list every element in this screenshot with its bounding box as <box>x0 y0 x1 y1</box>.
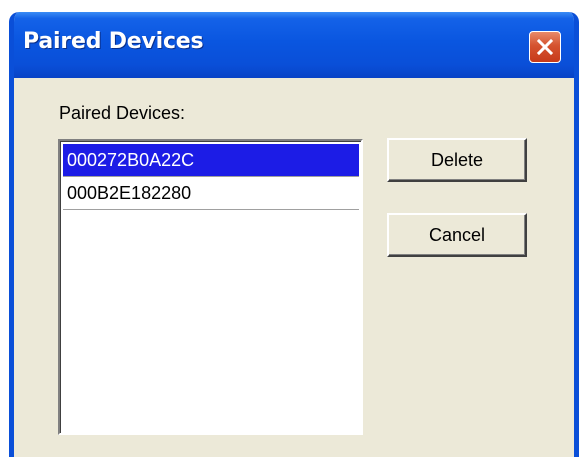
list-divider <box>63 209 359 210</box>
dialog-body: Paired Devices: 000272B0A22C 000B2E18228… <box>14 78 574 457</box>
list-item-device-2[interactable]: 000B2E182280 <box>63 177 359 209</box>
list-item-device-1[interactable]: 000272B0A22C <box>63 144 359 176</box>
delete-button[interactable]: Delete <box>387 138 527 182</box>
paired-devices-label: Paired Devices: <box>59 103 186 123</box>
window-title: Paired Devices <box>23 29 204 54</box>
paired-devices-list[interactable]: 000272B0A22C 000B2E182280 <box>58 139 363 435</box>
close-icon <box>536 38 554 56</box>
list-items: 000272B0A22C 000B2E182280 <box>63 144 359 210</box>
close-button[interactable] <box>529 31 561 63</box>
paired-devices-window: Paired Devices Paired Devices: 000272B0A… <box>9 12 579 457</box>
cancel-button[interactable]: Cancel <box>387 213 527 257</box>
title-bar[interactable]: Paired Devices <box>14 12 574 78</box>
